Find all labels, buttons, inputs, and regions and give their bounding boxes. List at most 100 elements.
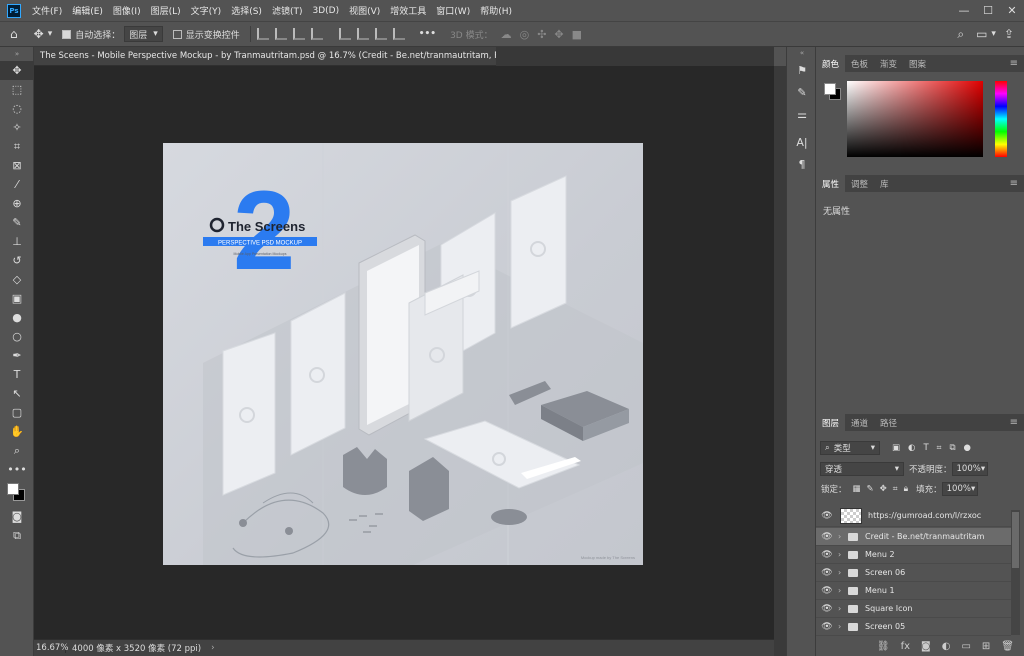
fill-input[interactable]: 100% ▾ (941, 482, 978, 496)
distribute-icon[interactable] (310, 28, 323, 40)
type-tool-icon[interactable]: T (0, 365, 34, 384)
history-panel-icon[interactable]: ⚑ (787, 59, 817, 81)
menu-image[interactable]: 图像(I) (108, 4, 146, 17)
menu-help[interactable]: 帮助(H) (475, 4, 517, 17)
brush-tool-icon[interactable]: ✎ (0, 213, 34, 232)
pixel-filter-icon[interactable]: ▣ (892, 443, 900, 453)
collapse-icon[interactable]: « (787, 47, 817, 59)
layers-scrollbar[interactable] (1011, 510, 1020, 635)
new-group-icon[interactable]: ▭ (961, 641, 970, 652)
auto-select-checkbox[interactable] (62, 29, 72, 39)
lock-pixels-icon[interactable]: ✎ (867, 484, 874, 494)
chevron-right-icon[interactable]: › (838, 604, 846, 613)
document-tab[interactable]: The Sceens - Mobile Perspective Mockup -… (34, 47, 546, 66)
zoom-level[interactable]: 16.67% (34, 643, 68, 653)
panel-menu-icon[interactable]: ≡ (1010, 178, 1018, 189)
magic-wand-icon[interactable]: ✧ (0, 118, 34, 137)
path-select-icon[interactable]: ↖ (0, 384, 34, 403)
layer-row[interactable]: 👁︎ › Menu 1 (816, 582, 1011, 600)
marquee-tool-icon[interactable]: ⬚ (0, 80, 34, 99)
auto-select-target-dropdown[interactable]: 图层 ▾ (124, 26, 163, 42)
eye-icon[interactable]: 👁︎ (816, 511, 838, 521)
scrollbar-thumb[interactable] (1012, 512, 1019, 568)
search-icon[interactable]: ⌕ (957, 27, 964, 42)
eye-icon[interactable]: 👁︎ (816, 532, 838, 542)
blend-mode-dropdown[interactable]: 穿透 ▾ (820, 462, 904, 476)
more-options-button[interactable]: ••• (419, 29, 436, 39)
home-icon[interactable]: ⌂ (10, 27, 18, 41)
menu-edit[interactable]: 编辑(E) (67, 4, 108, 17)
paragraph-panel-icon[interactable]: ¶ (787, 153, 817, 175)
tab-libraries[interactable]: 库 (874, 175, 895, 192)
workspace-icon[interactable]: ▭ (976, 27, 987, 41)
eye-icon[interactable]: 👁︎ (816, 586, 838, 596)
maximize-button[interactable]: ☐ (976, 0, 1000, 21)
hue-slider[interactable] (995, 81, 1007, 157)
distribute-vertical-icon[interactable] (392, 28, 405, 40)
chevron-right-icon[interactable]: › (838, 622, 846, 631)
menu-plugins[interactable]: 增效工具 (385, 4, 431, 17)
layer-kind-filter[interactable]: ⌕ 类型 ▾ (820, 441, 880, 455)
artboard-mockup-image[interactable]: 2 The Screens PERSPECTIVE PSD MOCKUP Mob… (163, 143, 643, 565)
chevron-right-icon[interactable]: › (838, 568, 846, 577)
tab-layers[interactable]: 图层 (816, 414, 846, 431)
smart-object-filter-icon[interactable]: ⧉ (949, 443, 955, 453)
lock-all-icon[interactable]: 🔒︎ (904, 484, 909, 494)
more-tools-icon[interactable]: ••• (0, 460, 34, 479)
align-bottom-icon[interactable] (374, 28, 387, 40)
layer-style-icon[interactable]: fx (901, 641, 910, 652)
crop-tool-icon[interactable]: ⌗ (0, 137, 34, 156)
layer-row[interactable]: 👁︎ › Screen 06 (816, 564, 1011, 582)
align-right-icon[interactable] (292, 28, 305, 40)
chevron-right-icon[interactable]: › (838, 532, 846, 541)
color-spectrum-field[interactable] (847, 81, 983, 157)
foreground-color-swatch[interactable] (824, 83, 836, 95)
shape-filter-icon[interactable]: ⌗ (937, 443, 942, 453)
move-tool-icon[interactable]: ✥ (0, 61, 34, 80)
eyedropper-icon[interactable]: ⁄ (0, 175, 34, 194)
type-filter-icon[interactable]: T (923, 443, 928, 453)
screen-mode-icon[interactable]: ⧉ (0, 526, 34, 545)
menu-type[interactable]: 文字(Y) (186, 4, 227, 17)
move-tool-icon[interactable]: ✥ (34, 27, 44, 41)
panel-menu-icon[interactable]: ≡ (1010, 58, 1018, 69)
canvas-vertical-scrollbar[interactable] (774, 66, 786, 656)
menu-view[interactable]: 视图(V) (344, 4, 385, 17)
character-panel-icon[interactable]: A| (787, 131, 817, 153)
hand-tool-icon[interactable]: ✋ (0, 422, 34, 441)
align-top-icon[interactable] (338, 28, 351, 40)
color-swatches[interactable] (0, 479, 34, 507)
pen-tool-icon[interactable]: ✒ (0, 346, 34, 365)
tab-properties[interactable]: 属性 (816, 175, 846, 192)
share-icon[interactable]: ⇪ (1004, 27, 1014, 41)
panel-menu-icon[interactable]: ≡ (1010, 417, 1018, 428)
dodge-tool-icon[interactable]: ○ (0, 327, 34, 346)
opacity-input[interactable]: 100% ▾ (951, 462, 988, 476)
lock-transparency-icon[interactable]: ▦ (853, 484, 861, 494)
tab-pattern[interactable]: 图案 (903, 55, 932, 72)
close-button[interactable]: ✕ (1000, 0, 1024, 21)
shape-tool-icon[interactable]: ▢ (0, 403, 34, 422)
adjustment-filter-icon[interactable]: ◐ (908, 443, 915, 453)
adjustment-layer-icon[interactable]: ◐ (942, 641, 951, 652)
align-left-icon[interactable] (256, 28, 269, 40)
zoom-tool-icon[interactable]: ⌕ (0, 441, 34, 460)
align-middle-icon[interactable] (356, 28, 369, 40)
minimize-button[interactable]: — (952, 0, 976, 21)
eye-icon[interactable]: 👁︎ (816, 568, 838, 578)
photoshop-logo[interactable]: Ps (7, 3, 21, 18)
align-center-icon[interactable] (274, 28, 287, 40)
stamp-tool-icon[interactable]: ⊥ (0, 232, 34, 251)
menu-file[interactable]: 文件(F) (27, 4, 67, 17)
blur-tool-icon[interactable]: ● (0, 308, 34, 327)
eye-icon[interactable]: 👁︎ (816, 622, 838, 632)
layer-row[interactable]: 👁︎ › Credit - Be.net/tranmautritam (816, 528, 1011, 546)
link-layers-icon[interactable]: ⛓ (877, 641, 890, 652)
history-brush-icon[interactable]: ↺ (0, 251, 34, 270)
lasso-tool-icon[interactable]: ◌ (0, 99, 34, 118)
menu-window[interactable]: 窗口(W) (431, 4, 475, 17)
tab-paths[interactable]: 路径 (874, 414, 903, 431)
chevron-down-icon[interactable]: ▾ (991, 29, 996, 39)
layer-row[interactable]: 👁︎ › Screen 05 (816, 618, 1011, 636)
delete-layer-icon[interactable]: 🗑︎ (1001, 641, 1014, 652)
